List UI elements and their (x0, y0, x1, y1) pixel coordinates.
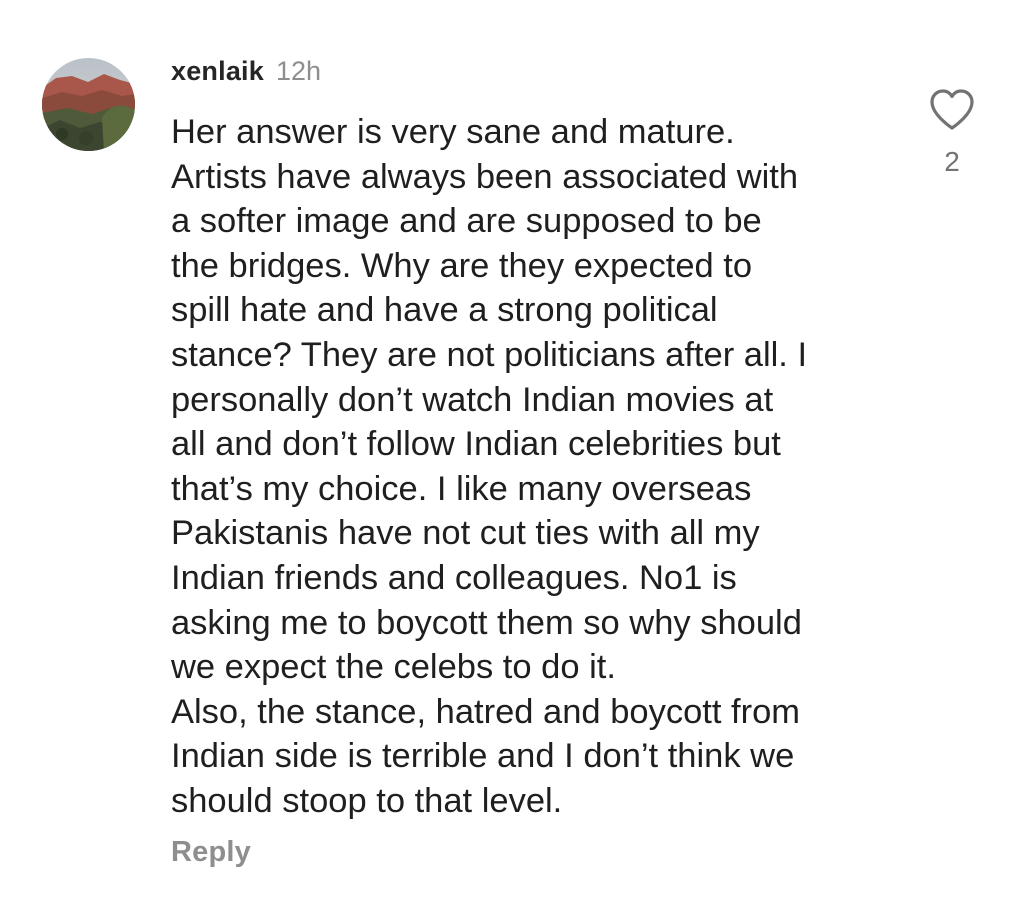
reply-button[interactable]: Reply (171, 836, 251, 869)
comment-text: Her answer is very sane and mature. Arti… (171, 113, 808, 820)
comment-item: xenlaik 12h Her answer is very sane and … (0, 0, 1024, 912)
like-button[interactable] (928, 88, 976, 132)
like-count: 2 (944, 146, 960, 177)
comment-header: xenlaik 12h (171, 56, 321, 92)
username[interactable]: xenlaik (171, 56, 264, 87)
timestamp: 12h (275, 56, 322, 86)
heart-outline-icon (930, 89, 974, 130)
avatar[interactable] (42, 58, 135, 151)
